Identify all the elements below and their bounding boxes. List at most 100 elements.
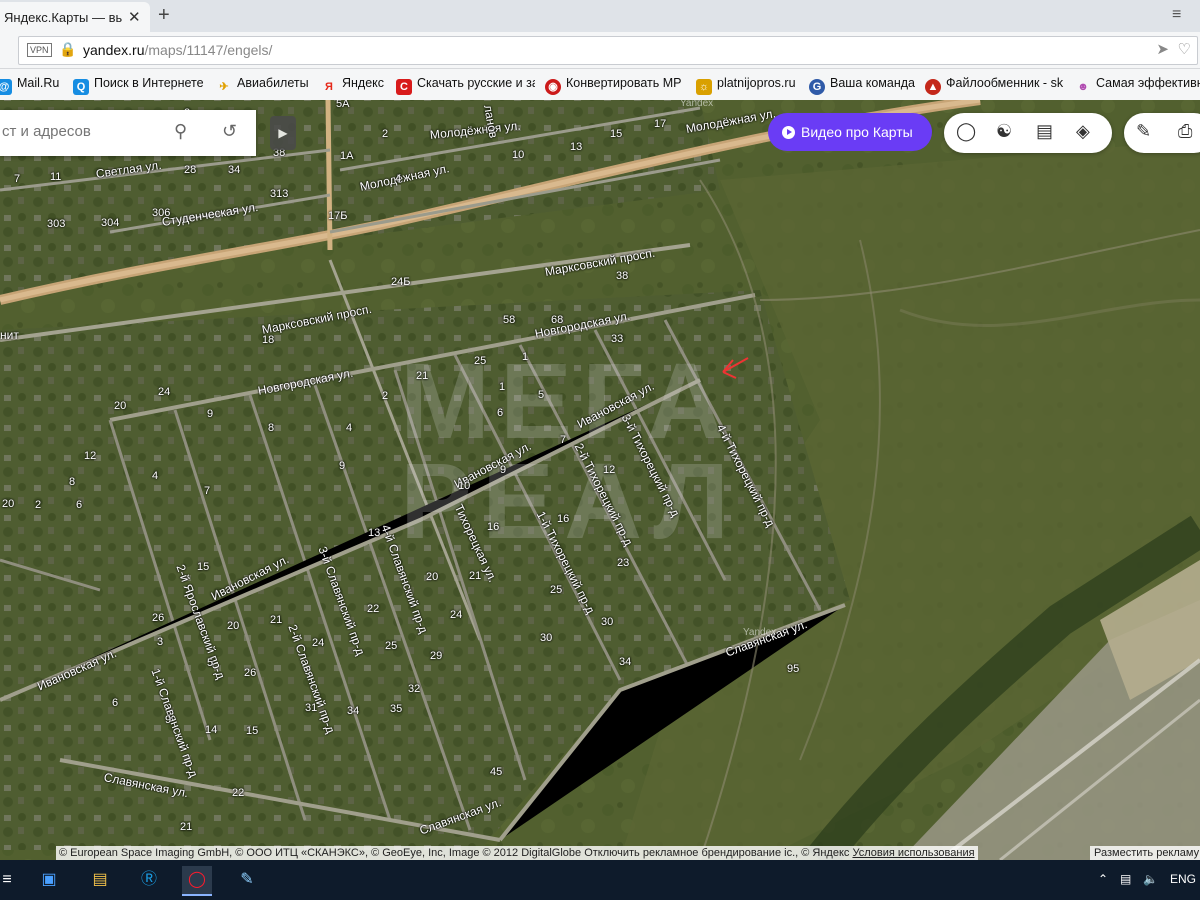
close-icon[interactable]: ✕ [128,8,141,26]
bookmark-item[interactable]: Q Поиск в Интернете [73,76,204,95]
chevron-right-icon: ▶ [278,126,288,140]
house-number: 95 [787,663,800,675]
bookmark-item[interactable]: ▲ Файлообменник - sk [925,76,1066,95]
skype-icon[interactable]: Ⓡ [134,866,164,894]
house-number: 28 [184,164,197,176]
house-number: 20 [426,571,439,583]
url-field[interactable]: VPN 🔒 yandex.ru/maps/11147/engels/ ➤ ♡ [18,36,1198,65]
terms-link[interactable]: Условия использования [852,847,974,859]
search-input[interactable] [0,122,164,141]
house-number: 7 [560,434,567,446]
house-number: 24Б [391,276,411,288]
collapse-panel-button[interactable]: ▶ [270,116,296,150]
house-number: 10 [512,149,525,161]
house-number: 22 [232,787,245,799]
team-icon: G [809,79,825,95]
bookmark-item[interactable]: ◉ Конвертировать МР [545,76,690,95]
house-number: 5А [336,100,350,110]
layers-icon[interactable]: ◈ [1076,121,1090,142]
panorama-icon[interactable]: ☯ [996,121,1012,142]
house-number: 30 [601,616,614,628]
house-number: 303 [47,218,66,230]
house-number: 15 [197,561,210,573]
house-number: 6 [497,407,504,419]
download-icon: С [396,79,412,95]
house-number: 21 [180,821,193,833]
house-number: 22 [367,603,380,615]
house-number: 1А [340,150,354,162]
traffic-icon[interactable]: ◯ [956,121,976,142]
house-number: 13 [570,141,583,153]
paint-icon[interactable]: ✎ [232,866,262,894]
house-number: 16 [557,513,570,525]
opera-icon[interactable]: ◯ [182,866,212,896]
bookmark-item[interactable]: ☼ platnijopros.ru [696,76,796,95]
map-canvas[interactable]: МЕГА РЕАЛ Светлая ул. Студенческая ул. М… [0,100,1200,860]
house-number: 21 [416,370,429,382]
video-about-maps-button[interactable]: Видео про Карты [768,113,932,151]
send-icon[interactable]: ➤ [1156,40,1169,58]
address-toolbar: VPN 🔒 yandex.ru/maps/11147/engels/ ➤ ♡ [0,32,1200,69]
house-number: 15 [610,128,623,140]
bookmark-item[interactable]: G Ваша команда [809,76,915,95]
mailru-icon: @ [0,79,12,95]
house-number: 21 [270,614,283,626]
disable-ad-link[interactable]: Отключить рекламное брендирование [584,847,781,859]
house-number: 304 [101,217,120,229]
search-icon[interactable]: ⚲ [174,121,187,142]
house-number: 33 [611,333,624,345]
street-label: нит [0,328,19,342]
house-number: 15 [246,725,259,737]
house-number: 7 [204,485,211,497]
house-number: 6 [76,499,83,511]
task-view-icon[interactable]: ≡ [0,866,14,894]
bookmark-item[interactable]: ☻ Самая эффективна [1075,76,1200,95]
bookmark-item[interactable]: Я Яндекс [321,76,384,95]
house-number: 26 [152,612,165,624]
house-number: 25 [474,355,487,367]
house-number: 12 [84,450,97,462]
house-number: 313 [270,188,289,200]
house-number: 21 [469,570,482,582]
house-number: 24 [312,637,325,649]
yandex-watermark: Yandex [680,100,714,109]
place-ad-link[interactable]: Разместить рекламу [1090,846,1200,860]
heart-icon[interactable]: ♡ [1178,40,1191,58]
network-icon[interactable]: ▤ [1120,872,1131,886]
ruler-icon[interactable]: ✎ [1136,121,1151,142]
house-number: 17Б [328,210,348,222]
house-number: 20 [227,620,240,632]
house-number: 20 [2,498,15,510]
house-number: 8 [69,476,76,488]
house-number: 5 [538,389,545,401]
bookmark-item[interactable]: С Скачать русские и за [396,76,535,95]
house-number: 9 [339,460,346,472]
house-number: 25 [385,640,398,652]
house-number: 20 [114,400,127,412]
lock-icon[interactable]: 🔒 [59,41,76,58]
menu-icon[interactable]: ≡ [1172,6,1181,24]
bookmark-item[interactable]: ✈ Авиабилеты [216,76,308,95]
url-text[interactable]: yandex.ru/maps/11147/engels/ [83,42,272,58]
watermark: РЕАЛ [400,440,740,561]
house-number: 12 [603,464,616,476]
house-number: 32 [408,683,421,695]
route-icon[interactable]: ↺ [222,121,237,142]
house-number: 45 [490,766,503,778]
volume-icon[interactable]: 🔈 [1143,872,1158,886]
folder-icon[interactable]: ▤ [85,866,115,894]
vpn-badge[interactable]: VPN [27,43,52,57]
house-number: 1 [522,351,529,363]
map-layers-toolbar: ◯ ☯ ▤ ◈ [944,113,1112,153]
new-tab-button[interactable]: + [158,4,170,27]
house-number: 2 [382,390,389,402]
bookmark-item[interactable]: @Mail.Ru [0,76,59,95]
language-indicator[interactable]: ENG [1170,872,1196,886]
store-icon[interactable]: ▣ [34,866,64,894]
print-icon[interactable]: ⎙ [1178,121,1192,142]
map-tools-toolbar: ✎ ⎙ [1124,113,1200,153]
browser-tab[interactable]: Яндекс.Карты — выбирай ✕ [0,2,150,32]
chevron-up-icon[interactable]: ⌃ [1098,872,1108,886]
house-number: 9 [165,714,172,726]
transport-icon[interactable]: ▤ [1036,121,1053,142]
